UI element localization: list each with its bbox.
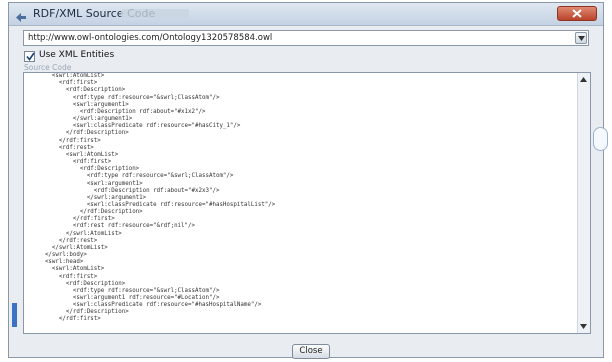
source-code-area[interactable]: <swrl:body> <swrl:AtomList> <rdf:first> … xyxy=(23,72,591,334)
side-marker xyxy=(12,303,17,327)
ontology-url-value: http://www.owl-ontologies.com/Ontology13… xyxy=(28,33,273,43)
resize-handle[interactable] xyxy=(593,127,608,151)
scroll-up-icon xyxy=(580,77,587,82)
chevron-down-icon xyxy=(578,36,585,41)
use-xml-entities-label[interactable]: Use XML Entities xyxy=(39,50,114,60)
app-icon xyxy=(15,8,27,22)
title-redacted-block xyxy=(121,9,189,18)
use-xml-entities-checkbox[interactable] xyxy=(24,51,35,62)
source-code-label: Source Code xyxy=(24,63,72,72)
ontology-url-combo[interactable]: http://www.owl-ontologies.com/Ontology13… xyxy=(23,30,589,46)
scroll-down-icon xyxy=(580,324,587,329)
close-button[interactable]: Close xyxy=(292,344,330,359)
close-icon xyxy=(572,9,582,18)
rdf-xml-source-dialog: RDF/XML Source Code http://www.owl-ontol… xyxy=(8,2,608,359)
source-code-text[interactable]: <swrl:body> <swrl:AtomList> <rdf:first> … xyxy=(24,73,576,324)
title-bar[interactable]: RDF/XML Source Code xyxy=(9,3,603,26)
window-close-button[interactable] xyxy=(557,6,597,21)
checkmark-icon xyxy=(26,52,35,61)
vertical-scrollbar[interactable] xyxy=(577,73,590,333)
url-dropdown-button[interactable] xyxy=(575,32,587,44)
